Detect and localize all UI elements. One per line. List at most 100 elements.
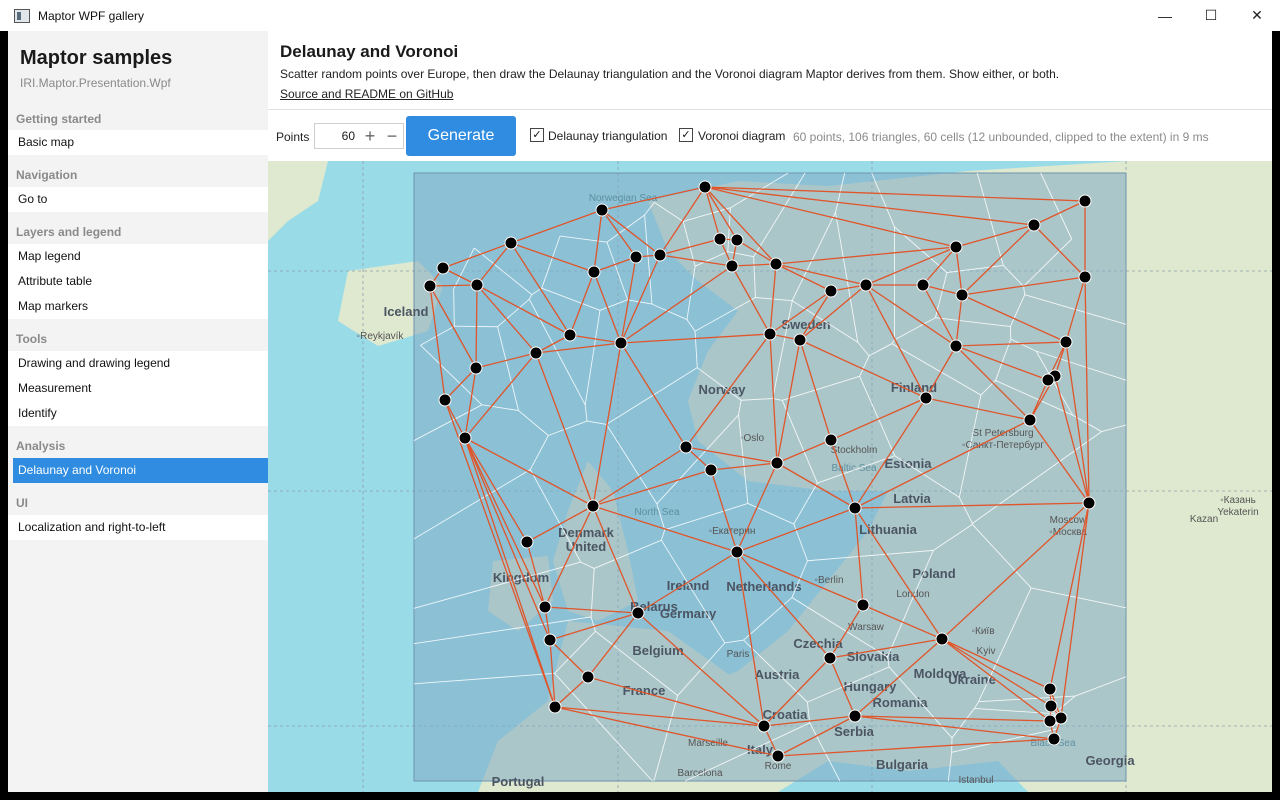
sample-point (529, 346, 543, 360)
map-label: Istanbul (958, 775, 993, 786)
sample-point (1027, 218, 1041, 232)
sidebar-title: Maptor samples (20, 47, 173, 69)
sample-point (423, 279, 437, 293)
map-label: Iceland (384, 304, 429, 319)
map-label: Belgium (632, 643, 683, 658)
points-value[interactable]: 60 (315, 124, 355, 148)
sample-point (1044, 699, 1058, 713)
sample-point (935, 632, 949, 646)
map-label: Serbia (834, 724, 875, 739)
map-label: ◦Oslo (740, 433, 765, 444)
map-label: ◦Київ (971, 626, 994, 637)
sample-point (763, 327, 777, 341)
map-label: Stockholm (831, 445, 878, 456)
sample-point (1023, 413, 1037, 427)
map-label: Latvia (893, 491, 931, 506)
map-label: Norway (699, 382, 747, 397)
delaunay-checkbox[interactable]: ✓ (530, 128, 544, 142)
maximize-button[interactable]: ☐ (1188, 0, 1234, 31)
map-label: Norwegian Sea (589, 193, 658, 204)
sample-point (955, 288, 969, 302)
sample-point (730, 545, 744, 559)
window-title: Maptor WPF gallery (38, 8, 145, 23)
group-analysis: Analysis (16, 439, 66, 453)
sample-point (679, 440, 693, 454)
sample-point (629, 250, 643, 264)
sidebar-item-map-markers[interactable]: Map markers (8, 294, 268, 319)
map-label: Romania (873, 695, 929, 710)
minus-icon[interactable]: − (383, 126, 401, 146)
sample-point (458, 431, 472, 445)
sidebar-item-basic-map[interactable]: Basic map (8, 130, 268, 155)
sidebar-item-attribute-table[interactable]: Attribute table (8, 269, 268, 294)
minimize-button[interactable]: — (1142, 0, 1188, 31)
sidebar-item-delaunay-voronoi[interactable]: Delaunay and Voronoi (13, 458, 268, 483)
map-label: Moldova (914, 666, 967, 681)
map-label: Austria (755, 667, 801, 682)
map-label: ◦Reykjavík (357, 331, 405, 342)
map-label: Kazan (1190, 514, 1218, 525)
header-divider (268, 109, 1272, 110)
sample-point (824, 284, 838, 298)
map-view[interactable]: Norwegian SeaIceland◦ReykjavíkSwedenNorw… (268, 161, 1272, 792)
sample-point (698, 180, 712, 194)
sample-point (543, 633, 557, 647)
status-text: 60 points, 106 triangles, 60 cells (12 u… (793, 130, 1209, 144)
group-ui: UI (16, 496, 28, 510)
github-link[interactable]: Source and README on GitHub (280, 87, 453, 101)
sidebar-item-drawing[interactable]: Drawing and drawing legend (8, 351, 268, 376)
sidebar-item-localization[interactable]: Localization and right-to-left (8, 515, 268, 540)
voronoi-checkbox[interactable]: ✓ (679, 128, 693, 142)
group-navigation: Navigation (16, 168, 78, 182)
sidebar-item-map-legend[interactable]: Map legend (8, 244, 268, 269)
sample-point (1082, 496, 1096, 510)
sample-point (538, 600, 552, 614)
sample-point (859, 278, 873, 292)
close-button[interactable]: ✕ (1234, 0, 1280, 31)
sample-point (1078, 194, 1092, 208)
sample-point (949, 240, 963, 254)
sample-point (725, 259, 739, 273)
sample-point (653, 248, 667, 262)
sample-point (563, 328, 577, 342)
sidebar-item-measurement[interactable]: Measurement (8, 376, 268, 401)
sidebar-subtitle: IRI.Maptor.Presentation.Wpf (20, 76, 171, 90)
map-label: Yekaterin (1217, 507, 1258, 518)
sample-point (586, 499, 600, 513)
sample-point (631, 606, 645, 620)
sample-point (916, 278, 930, 292)
sample-point (1054, 711, 1068, 725)
sample-point (1078, 270, 1092, 284)
sample-point (581, 670, 595, 684)
map-label: Paris (727, 649, 750, 660)
sample-point (704, 463, 718, 477)
sample-point (1047, 732, 1061, 746)
sidebar-item-go-to[interactable]: Go to (8, 187, 268, 212)
points-stepper[interactable]: 60 + − (314, 123, 404, 149)
map-label: France (623, 683, 666, 698)
sidebar-item-identify[interactable]: Identify (8, 401, 268, 426)
map-label: Estonia (885, 456, 933, 471)
title-bar: Maptor WPF gallery — ☐ ✕ (0, 0, 1280, 31)
generate-button[interactable]: Generate (406, 116, 516, 156)
app-icon (14, 8, 30, 23)
map-label: Georgia (1085, 753, 1135, 768)
group-layers-and-legend: Layers and legend (16, 225, 122, 239)
sample-point (1041, 373, 1055, 387)
delaunay-label[interactable]: Delaunay triangulation (548, 129, 667, 143)
map-label: Warsaw (848, 622, 885, 633)
map-label: Bulgaria (876, 757, 929, 772)
map-label: Portugal (492, 774, 545, 789)
sample-point (614, 336, 628, 350)
sample-point (595, 203, 609, 217)
map-label: Barcelona (677, 768, 722, 779)
plus-icon[interactable]: + (361, 126, 379, 146)
sample-point (469, 361, 483, 375)
map-label: Kyiv (977, 646, 996, 657)
sample-point (848, 709, 862, 723)
points-label: Points (276, 130, 310, 144)
map-label: Lithuania (859, 522, 918, 537)
sample-point (824, 433, 838, 447)
voronoi-label[interactable]: Voronoi diagram (698, 129, 785, 143)
sample-point (713, 232, 727, 246)
